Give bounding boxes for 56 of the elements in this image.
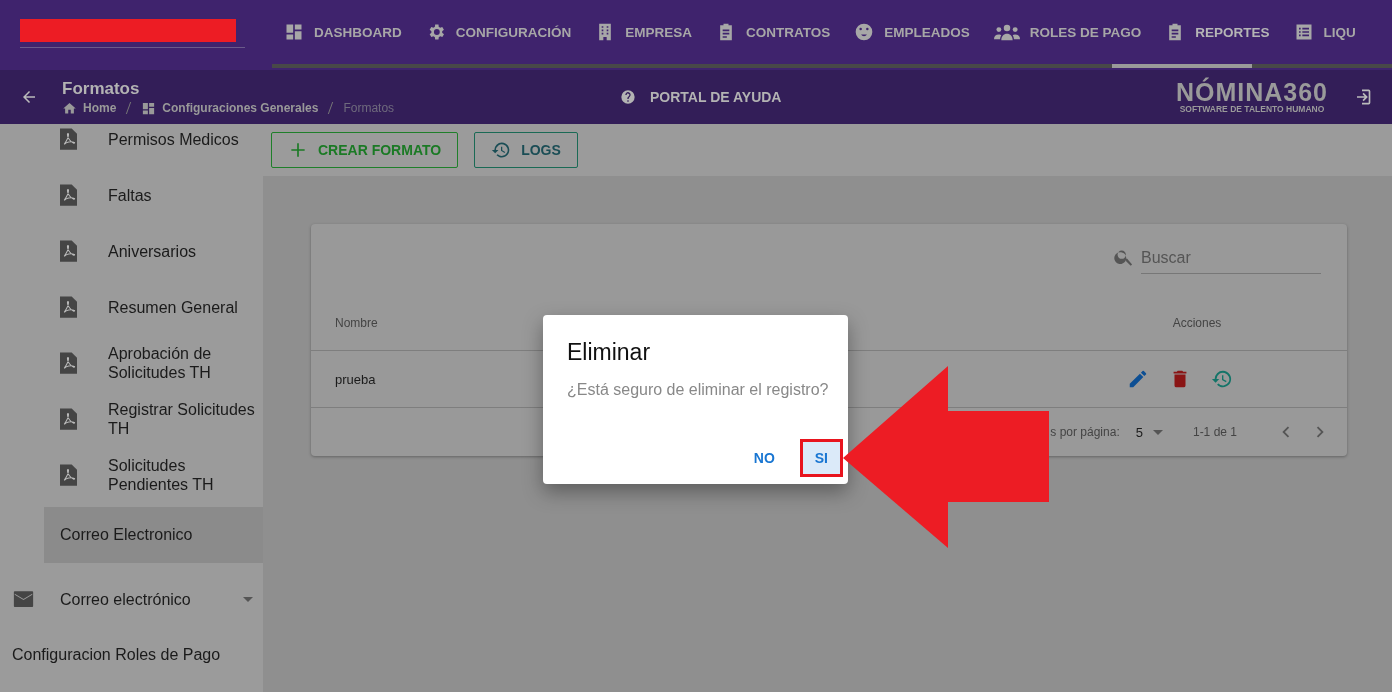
page-title: Formatos (62, 78, 141, 99)
rows-per-page-select[interactable]: 5 (1135, 424, 1163, 440)
nav-tab[interactable]: CONTRATOS (704, 0, 843, 64)
sidebar-item[interactable]: Solicitudes Pendientes TH (0, 447, 263, 503)
nav-tab[interactable]: CONFIGURACIÓN (413, 0, 584, 64)
pdf-file-icon (60, 127, 77, 151)
rows-per-page-label: s por página: (1050, 425, 1120, 439)
history-icon[interactable] (1211, 368, 1233, 390)
nav-tab[interactable]: LIQU (1281, 0, 1368, 64)
nav-tab[interactable]: EMPLEADOS (842, 0, 982, 64)
column-header: Nombre (334, 315, 379, 330)
home-icon (62, 100, 77, 116)
sidebar-item[interactable]: Registrar Solicitudes TH (0, 391, 263, 447)
dashboard-icon (284, 22, 304, 42)
plus-icon (288, 140, 308, 160)
pdf-file-icon (60, 183, 77, 207)
nav-tab[interactable]: ROLES DE PAGO (981, 0, 1154, 64)
face-icon (854, 22, 875, 42)
sidebar-item[interactable]: Correo Electronico (44, 507, 263, 563)
dialog-message: ¿Está seguro de eliminar el registro? (567, 381, 830, 399)
help-link[interactable]: PORTAL DE AYUDA (620, 89, 782, 105)
pdf-file-icon (60, 295, 77, 319)
page-range: 1-1 de 1 (1192, 425, 1237, 439)
pdf-file-icon (60, 407, 77, 431)
help-icon (620, 89, 636, 105)
pdf-file-icon (60, 463, 77, 487)
breadcrumb-link[interactable]: Home (83, 101, 117, 115)
table-cell-text: prueba (334, 371, 377, 387)
breadcrumb-link[interactable]: Formatos (343, 101, 395, 115)
search-field[interactable]: Buscar (1141, 248, 1321, 274)
logo-tagline: SOFTWARE DE TALENTO HUMANO (1178, 105, 1326, 114)
no-button[interactable]: NO (743, 440, 785, 476)
sidebar-group[interactable]: Correo electrónico (0, 571, 263, 627)
dialog-title: Eliminar (567, 339, 652, 366)
edit-icon[interactable] (1127, 368, 1149, 390)
sidebar-item[interactable]: Faltas (0, 167, 263, 223)
logs-button[interactable]: LOGS (474, 132, 578, 168)
sidebar-item[interactable]: Aniversarios (0, 223, 263, 279)
nav-tab[interactable]: DASHBOARD (272, 0, 414, 64)
sidebar-item[interactable]: Aprobación de Solicitudes TH (0, 335, 263, 391)
yes-button[interactable]: SI (802, 442, 840, 474)
pdf-file-icon (60, 351, 77, 375)
pdf-file-icon (60, 239, 77, 263)
sidebar-item[interactable]: Configuracion Roles de Pago (0, 627, 263, 683)
column-header: Acciones (1171, 315, 1223, 330)
people-icon (993, 22, 1020, 42)
dashboard-icon (141, 100, 157, 116)
history-icon (491, 140, 512, 160)
breadcrumb-link[interactable]: Configuraciones Generales (162, 101, 319, 115)
sidebar-item[interactable]: Resumen General (0, 279, 263, 335)
nav-tab[interactable]: EMPRESA (583, 0, 704, 64)
nav-tab[interactable]: REPORTES (1153, 0, 1282, 64)
caret-icon (1152, 429, 1163, 435)
caret-icon (243, 596, 253, 602)
sidebar-item[interactable]: Permisos Medicos (0, 124, 263, 167)
mail-icon (13, 590, 34, 608)
